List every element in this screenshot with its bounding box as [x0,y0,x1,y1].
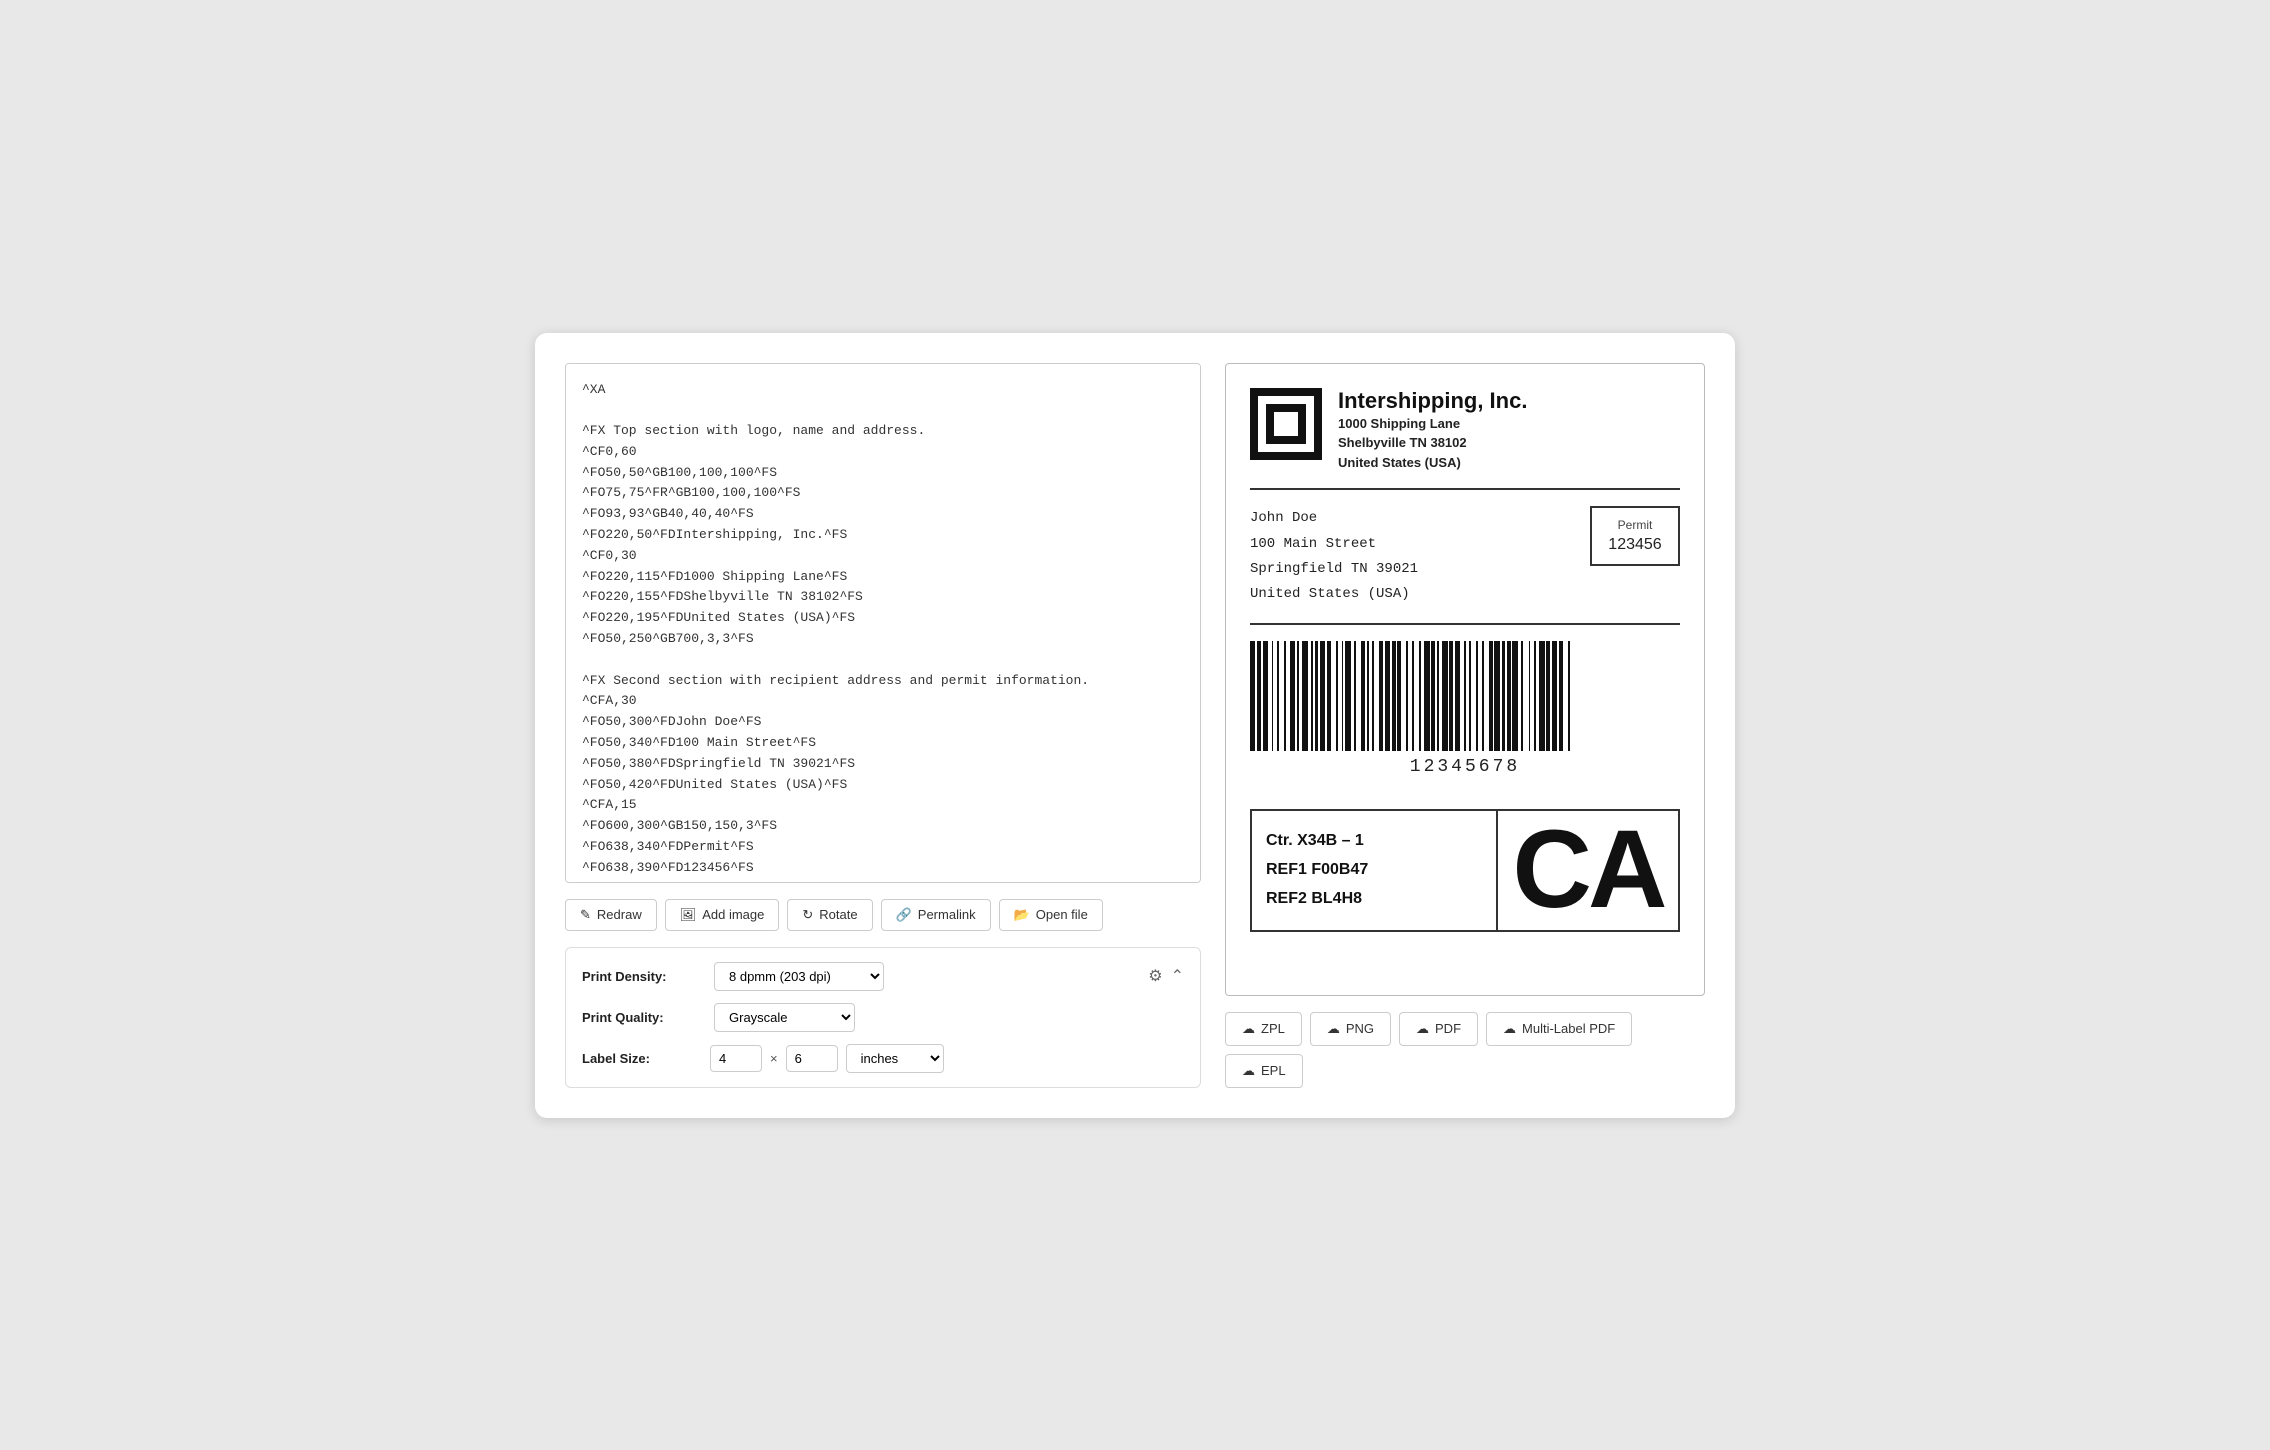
company-logo [1250,388,1322,460]
recipient-country: United States (USA) [1250,582,1418,607]
main-container: ^XA ^FX Top section with logo, name and … [535,333,1735,1118]
label-unit-select[interactable]: inches mm [846,1044,944,1073]
add-image-label: Add image [702,907,764,922]
print-quality-row: Print Quality: Grayscale Black & White [582,1003,1184,1032]
barcode-bar [1570,641,1574,751]
rotate-icon: ↻ [802,907,813,923]
print-quality-select[interactable]: Grayscale Black & White [714,1003,855,1032]
print-quality-label: Print Quality: [582,1010,702,1025]
ref1-label: REF1 F00B47 [1266,856,1482,885]
right-panel: Intershipping, Inc. 1000 Shipping Lane S… [1225,363,1705,1088]
ca-code: CA [1513,815,1664,925]
folder-icon: 📂 [1014,907,1030,923]
permit-label: Permit [1606,518,1664,532]
png-label: PNG [1346,1021,1374,1036]
settings-icons: ⚙ ⌃ [1148,966,1184,986]
company-address-line3: United States (USA) [1338,453,1527,473]
recipient-section: John Doe 100 Main Street Springfield TN … [1250,506,1680,625]
pdf-download-icon: ☁ [1416,1021,1429,1037]
permit-box: Permit 123456 [1590,506,1680,566]
pdf-download-button[interactable]: ☁ PDF [1399,1012,1478,1046]
label-preview: Intershipping, Inc. 1000 Shipping Lane S… [1225,363,1705,996]
gear-icon[interactable]: ⚙ [1148,966,1162,986]
zpl-download-icon: ☁ [1242,1021,1255,1037]
label-height-input[interactable] [786,1045,838,1072]
recipient-city: Springfield TN 39021 [1250,557,1418,582]
add-image-button[interactable]: 🖼 Add image [665,899,780,931]
ref2-label: REF2 BL4H8 [1266,885,1482,914]
png-download-icon: ☁ [1327,1021,1340,1037]
settings-panel: Print Density: 8 dpmm (203 dpi) 6 dpmm (… [565,947,1201,1088]
info-left: Ctr. X34B – 1 REF1 F00B47 REF2 BL4H8 [1252,811,1498,929]
permalink-button[interactable]: 🔗 Permalink [881,899,991,931]
download-buttons: ☁ ZPL ☁ PNG ☁ PDF ☁ Multi-Label PDF ☁ EP… [1225,1012,1705,1088]
print-density-row: Print Density: 8 dpmm (203 dpi) 6 dpmm (… [582,962,1184,991]
epl-download-button[interactable]: ☁ EPL [1225,1054,1303,1088]
print-density-select[interactable]: 8 dpmm (203 dpi) 6 dpmm (152 dpi) 12 dpm… [714,962,884,991]
png-download-button[interactable]: ☁ PNG [1310,1012,1391,1046]
redraw-label: Redraw [597,907,642,922]
label-width-input[interactable] [710,1045,762,1072]
label-header: Intershipping, Inc. 1000 Shipping Lane S… [1250,388,1680,491]
chevron-up-icon[interactable]: ⌃ [1171,966,1184,986]
multi-pdf-download-button[interactable]: ☁ Multi-Label PDF [1486,1012,1632,1046]
open-file-label: Open file [1036,907,1088,922]
recipient-street: 100 Main Street [1250,532,1418,557]
print-density-label: Print Density: [582,969,702,984]
barcode-number: 12345678 [1410,757,1520,777]
x-separator: × [770,1051,778,1066]
bottom-info: Ctr. X34B – 1 REF1 F00B47 REF2 BL4H8 CA [1250,809,1680,931]
permit-number: 123456 [1606,536,1664,554]
image-icon: 🖼 [680,907,697,923]
barcode-section: 12345678 [1250,641,1680,793]
company-info: Intershipping, Inc. 1000 Shipping Lane S… [1338,388,1527,473]
rotate-label: Rotate [819,907,857,922]
label-size-label: Label Size: [582,1051,702,1066]
recipient-name: John Doe [1250,506,1418,531]
link-icon: 🔗 [896,907,912,923]
epl-download-icon: ☁ [1242,1063,1255,1079]
zpl-download-button[interactable]: ☁ ZPL [1225,1012,1302,1046]
recipient-address: John Doe 100 Main Street Springfield TN … [1250,506,1418,607]
left-panel: ^XA ^FX Top section with logo, name and … [565,363,1201,1088]
info-right: CA [1498,811,1678,929]
ctr-label: Ctr. X34B – 1 [1266,827,1482,856]
barcode-bars [1250,641,1680,751]
multi-download-icon: ☁ [1503,1021,1516,1037]
label-size-row: Label Size: × inches mm [582,1044,1184,1073]
permalink-label: Permalink [918,907,976,922]
open-file-button[interactable]: 📂 Open file [999,899,1103,931]
redraw-icon: ✎ [580,907,591,923]
zpl-code-editor[interactable]: ^XA ^FX Top section with logo, name and … [565,363,1201,883]
rotate-button[interactable]: ↻ Rotate [787,899,872,931]
multi-label: Multi-Label PDF [1522,1021,1615,1036]
zpl-label: ZPL [1261,1021,1285,1036]
redraw-button[interactable]: ✎ Redraw [565,899,657,931]
company-address-line2: Shelbyville TN 38102 [1338,433,1527,453]
epl-label: EPL [1261,1063,1286,1078]
pdf-label: PDF [1435,1021,1461,1036]
company-address-line1: 1000 Shipping Lane [1338,414,1527,434]
company-name: Intershipping, Inc. [1338,388,1527,414]
toolbar: ✎ Redraw 🖼 Add image ↻ Rotate 🔗 Permalin… [565,899,1201,931]
